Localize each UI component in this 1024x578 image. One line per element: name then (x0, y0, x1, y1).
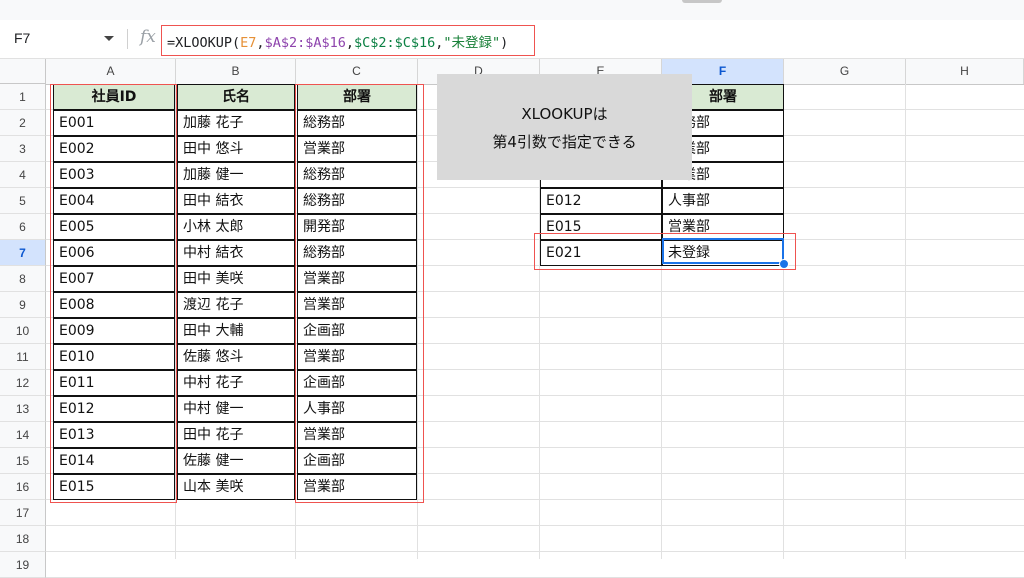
row-header-11[interactable]: 11 (0, 344, 46, 370)
return-array-highlight-box (295, 84, 424, 503)
row-header-15[interactable]: 15 (0, 448, 46, 474)
lookup-array-highlight-box (50, 84, 177, 503)
table-border (177, 395, 295, 397)
row-header-4[interactable]: 4 (0, 162, 46, 188)
row-header-13[interactable]: 13 (0, 396, 46, 422)
grid-line-horizontal (46, 525, 1024, 526)
grid-line-vertical (905, 84, 906, 559)
row-header-12[interactable]: 12 (0, 370, 46, 396)
row-header-18[interactable]: 18 (0, 526, 46, 552)
row-header-17[interactable]: 17 (0, 500, 46, 526)
table-border (177, 369, 295, 371)
chevron-down-icon[interactable] (104, 36, 114, 41)
callout-line2: 第4引数で指定できる (492, 133, 637, 151)
row-header-2[interactable]: 2 (0, 110, 46, 136)
row-header-3[interactable]: 3 (0, 136, 46, 162)
table-border (177, 421, 295, 423)
row-header-14[interactable]: 14 (0, 422, 46, 448)
table-border (177, 213, 295, 215)
table-border (177, 473, 295, 475)
toolbar-handle (682, 0, 722, 3)
formula-highlight-box (161, 25, 535, 56)
table-border (177, 343, 295, 345)
table-border (177, 317, 295, 319)
table-border (540, 187, 784, 189)
column-header-b[interactable]: B (176, 59, 296, 84)
fill-handle[interactable] (779, 259, 789, 269)
row-header-7[interactable]: 7 (0, 240, 46, 266)
top-toolbar (0, 0, 1024, 20)
column-header-h[interactable]: H (906, 59, 1024, 84)
table-border (177, 135, 295, 137)
select-all-corner[interactable] (0, 59, 46, 84)
table-border (177, 239, 295, 241)
grid-line-horizontal (46, 551, 1024, 552)
fx-icon: fx (140, 27, 156, 47)
table-border (177, 161, 295, 163)
name-box[interactable]: F7 (14, 30, 30, 46)
row-header-6[interactable]: 6 (0, 214, 46, 240)
table-border (177, 109, 295, 111)
active-cell-f7[interactable] (662, 238, 784, 264)
row-header-10[interactable]: 10 (0, 318, 46, 344)
row-header-19[interactable]: 19 (0, 552, 46, 578)
table-border (540, 213, 784, 215)
row-header-1[interactable]: 1 (0, 84, 46, 110)
formula-bar-divider (127, 29, 128, 49)
table-border (177, 265, 295, 267)
column-header-c[interactable]: C (296, 59, 418, 84)
table-border (177, 291, 295, 293)
row-header-9[interactable]: 9 (0, 292, 46, 318)
row-header-5[interactable]: 5 (0, 188, 46, 214)
callout-line1: XLOOKUPは (521, 105, 608, 123)
row-header-16[interactable]: 16 (0, 474, 46, 500)
column-header-g[interactable]: G (784, 59, 906, 84)
callout-note: XLOOKUPは 第4引数で指定できる (437, 74, 692, 180)
table-border (177, 447, 295, 449)
table-border (177, 187, 295, 189)
row-header-8[interactable]: 8 (0, 266, 46, 292)
column-header-a[interactable]: A (46, 59, 176, 84)
